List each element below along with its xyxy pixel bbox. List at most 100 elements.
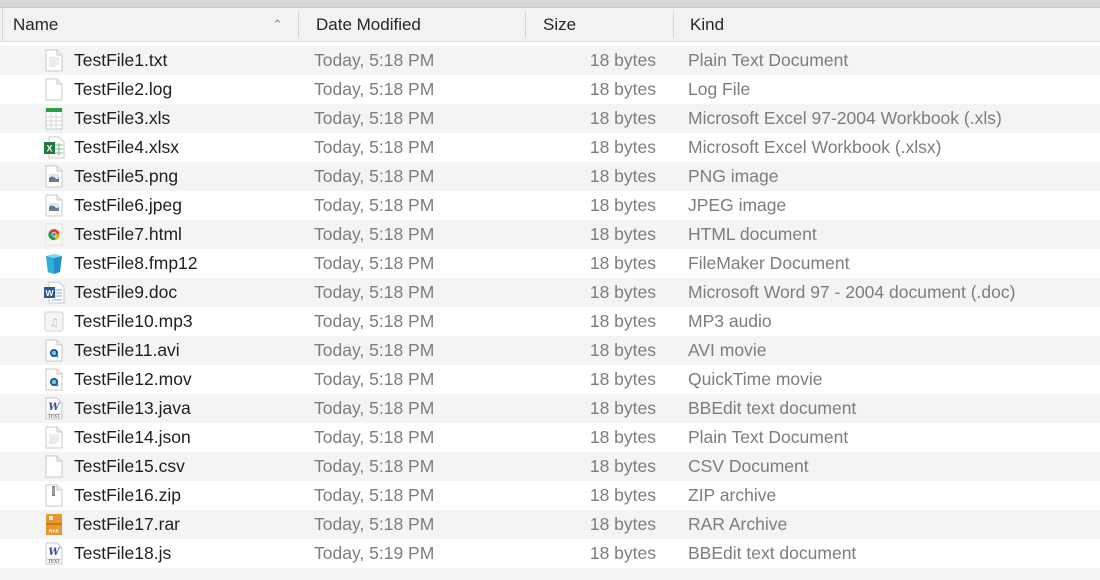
file-kind: QuickTime movie [688, 369, 823, 389]
file-size: 18 bytes [589, 543, 656, 563]
file-kind: JPEG image [688, 195, 787, 215]
file-row[interactable]: TestFile8.fmp12 Today, 5:18 PM 18 bytes … [0, 249, 1100, 278]
file-name[interactable]: TestFile11.avi [74, 336, 180, 365]
file-row[interactable]: X TestFile4.xlsx Today, 5:18 PM 18 bytes… [0, 133, 1100, 162]
file-row[interactable]: TestFile2.log Today, 5:18 PM 18 bytes Lo… [0, 75, 1100, 104]
blank-document-icon [43, 78, 65, 101]
file-row[interactable]: TestFile11.avi Today, 5:18 PM 18 bytes A… [0, 336, 1100, 365]
file-name[interactable]: TestFile12.mov [74, 365, 192, 394]
file-date-modified: Today, 5:18 PM [314, 311, 435, 331]
file-name[interactable]: TestFile1.txt [74, 46, 167, 75]
filemaker-icon [43, 252, 65, 275]
column-resize-handle[interactable] [298, 11, 299, 38]
file-row[interactable]: W TestFile9.doc Today, 5:18 PM 18 bytes … [0, 278, 1100, 307]
column-resize-handle[interactable] [525, 11, 526, 38]
file-size: 18 bytes [589, 224, 656, 244]
file-name[interactable]: TestFile6.jpeg [74, 191, 182, 220]
file-date-modified: Today, 5:18 PM [314, 166, 435, 186]
svg-text:TEXT: TEXT [48, 414, 61, 420]
blank-document-icon [43, 455, 65, 478]
file-date-modified: Today, 5:18 PM [314, 514, 435, 534]
file-kind: BBEdit text document [688, 398, 857, 418]
file-name[interactable]: TestFile18.js [74, 539, 171, 568]
file-date-modified: Today, 5:19 PM [314, 543, 435, 563]
file-size: 18 bytes [589, 137, 656, 157]
chevron-up-icon[interactable]: ⌃ [272, 8, 283, 41]
file-kind: BBEdit text document [688, 543, 857, 563]
file-date-modified: Today, 5:18 PM [314, 485, 435, 505]
file-list: TestFile1.txt Today, 5:18 PM 18 bytes Pl… [0, 46, 1100, 568]
file-date-modified: Today, 5:18 PM [314, 79, 435, 99]
file-row[interactable]: TestFile14.json Today, 5:18 PM 18 bytes … [0, 423, 1100, 452]
excel-icon: X [43, 136, 65, 159]
svg-text:TEXT: TEXT [48, 559, 61, 565]
file-name[interactable]: TestFile16.zip [74, 481, 181, 510]
music-note-icon: ♫ [43, 310, 65, 333]
file-size: 18 bytes [589, 50, 656, 70]
file-row[interactable]: TestFile3.xls Today, 5:18 PM 18 bytes Mi… [0, 104, 1100, 133]
file-row[interactable]: TestFile6.jpeg Today, 5:18 PM 18 bytes J… [0, 191, 1100, 220]
file-date-modified: Today, 5:18 PM [314, 369, 435, 389]
file-date-modified: Today, 5:18 PM [314, 253, 435, 273]
file-size: 18 bytes [589, 253, 656, 273]
file-name[interactable]: TestFile9.doc [74, 278, 177, 307]
column-header-bar: Name ⌃ Date Modified Size Kind [0, 8, 1100, 42]
file-date-modified: Today, 5:18 PM [314, 282, 435, 302]
file-name[interactable]: TestFile17.rar [74, 510, 180, 539]
file-row[interactable]: TestFile5.png Today, 5:18 PM 18 bytes PN… [0, 162, 1100, 191]
svg-text:W: W [45, 288, 54, 298]
file-kind: FileMaker Document [688, 253, 850, 273]
file-date-modified: Today, 5:18 PM [314, 427, 435, 447]
file-kind: CSV Document [688, 456, 809, 476]
file-row[interactable]: TestFile16.zip Today, 5:18 PM 18 bytes Z… [0, 481, 1100, 510]
file-name[interactable]: TestFile14.json [74, 423, 191, 452]
file-kind: PNG image [688, 166, 779, 186]
column-header-name[interactable]: Name [13, 8, 58, 41]
file-date-modified: Today, 5:18 PM [314, 340, 435, 360]
file-date-modified: Today, 5:18 PM [314, 195, 435, 215]
file-name[interactable]: TestFile7.html [74, 220, 182, 249]
file-row[interactable]: RAR TestFile17.rar Today, 5:18 PM 18 byt… [0, 510, 1100, 539]
file-kind: Plain Text Document [688, 50, 849, 70]
text-document-icon [43, 49, 65, 72]
bbedit-icon: W TEXT [43, 397, 65, 420]
file-row[interactable]: W TEXT TestFile18.js Today, 5:19 PM 18 b… [0, 539, 1100, 568]
file-name[interactable]: TestFile3.xls [74, 104, 170, 133]
file-kind: Microsoft Excel 97-2004 Workbook (.xls) [688, 108, 1002, 128]
file-kind: HTML document [688, 224, 817, 244]
column-header-date-modified[interactable]: Date Modified [316, 8, 421, 41]
file-row[interactable]: TestFile1.txt Today, 5:18 PM 18 bytes Pl… [0, 46, 1100, 75]
file-size: 18 bytes [589, 398, 656, 418]
file-date-modified: Today, 5:18 PM [314, 50, 435, 70]
file-kind: Log File [688, 79, 751, 99]
image-icon [43, 165, 65, 188]
file-size: 18 bytes [589, 108, 656, 128]
column-header-kind[interactable]: Kind [690, 8, 724, 41]
file-size: 18 bytes [589, 514, 656, 534]
bbedit-icon: W TEXT [43, 542, 65, 565]
file-name[interactable]: TestFile4.xlsx [74, 133, 179, 162]
file-row[interactable]: TestFile15.csv Today, 5:18 PM 18 bytes C… [0, 452, 1100, 481]
chrome-icon [43, 223, 65, 246]
rar-icon: RAR [43, 513, 65, 536]
column-resize-handle[interactable] [673, 11, 674, 38]
file-kind: Microsoft Word 97 - 2004 document (.doc) [688, 282, 1016, 302]
file-name[interactable]: TestFile10.mp3 [74, 307, 193, 336]
file-name[interactable]: TestFile2.log [74, 75, 172, 104]
file-row[interactable]: TestFile12.mov Today, 5:18 PM 18 bytes Q… [0, 365, 1100, 394]
file-row[interactable]: TestFile7.html Today, 5:18 PM 18 bytes H… [0, 220, 1100, 249]
file-name[interactable]: TestFile5.png [74, 162, 178, 191]
svg-text:W: W [48, 547, 61, 558]
file-size: 18 bytes [589, 282, 656, 302]
file-name[interactable]: TestFile13.java [74, 394, 191, 423]
zip-icon [43, 484, 65, 507]
file-name[interactable]: TestFile15.csv [74, 452, 185, 481]
file-size: 18 bytes [589, 427, 656, 447]
column-header-size[interactable]: Size [543, 8, 576, 41]
file-row[interactable]: ♫ TestFile10.mp3 Today, 5:18 PM 18 bytes… [0, 307, 1100, 336]
svg-text:W: W [48, 402, 61, 413]
file-kind: RAR Archive [688, 514, 788, 534]
file-size: 18 bytes [589, 166, 656, 186]
file-name[interactable]: TestFile8.fmp12 [74, 249, 198, 278]
file-row[interactable]: W TEXT TestFile13.java Today, 5:18 PM 18… [0, 394, 1100, 423]
